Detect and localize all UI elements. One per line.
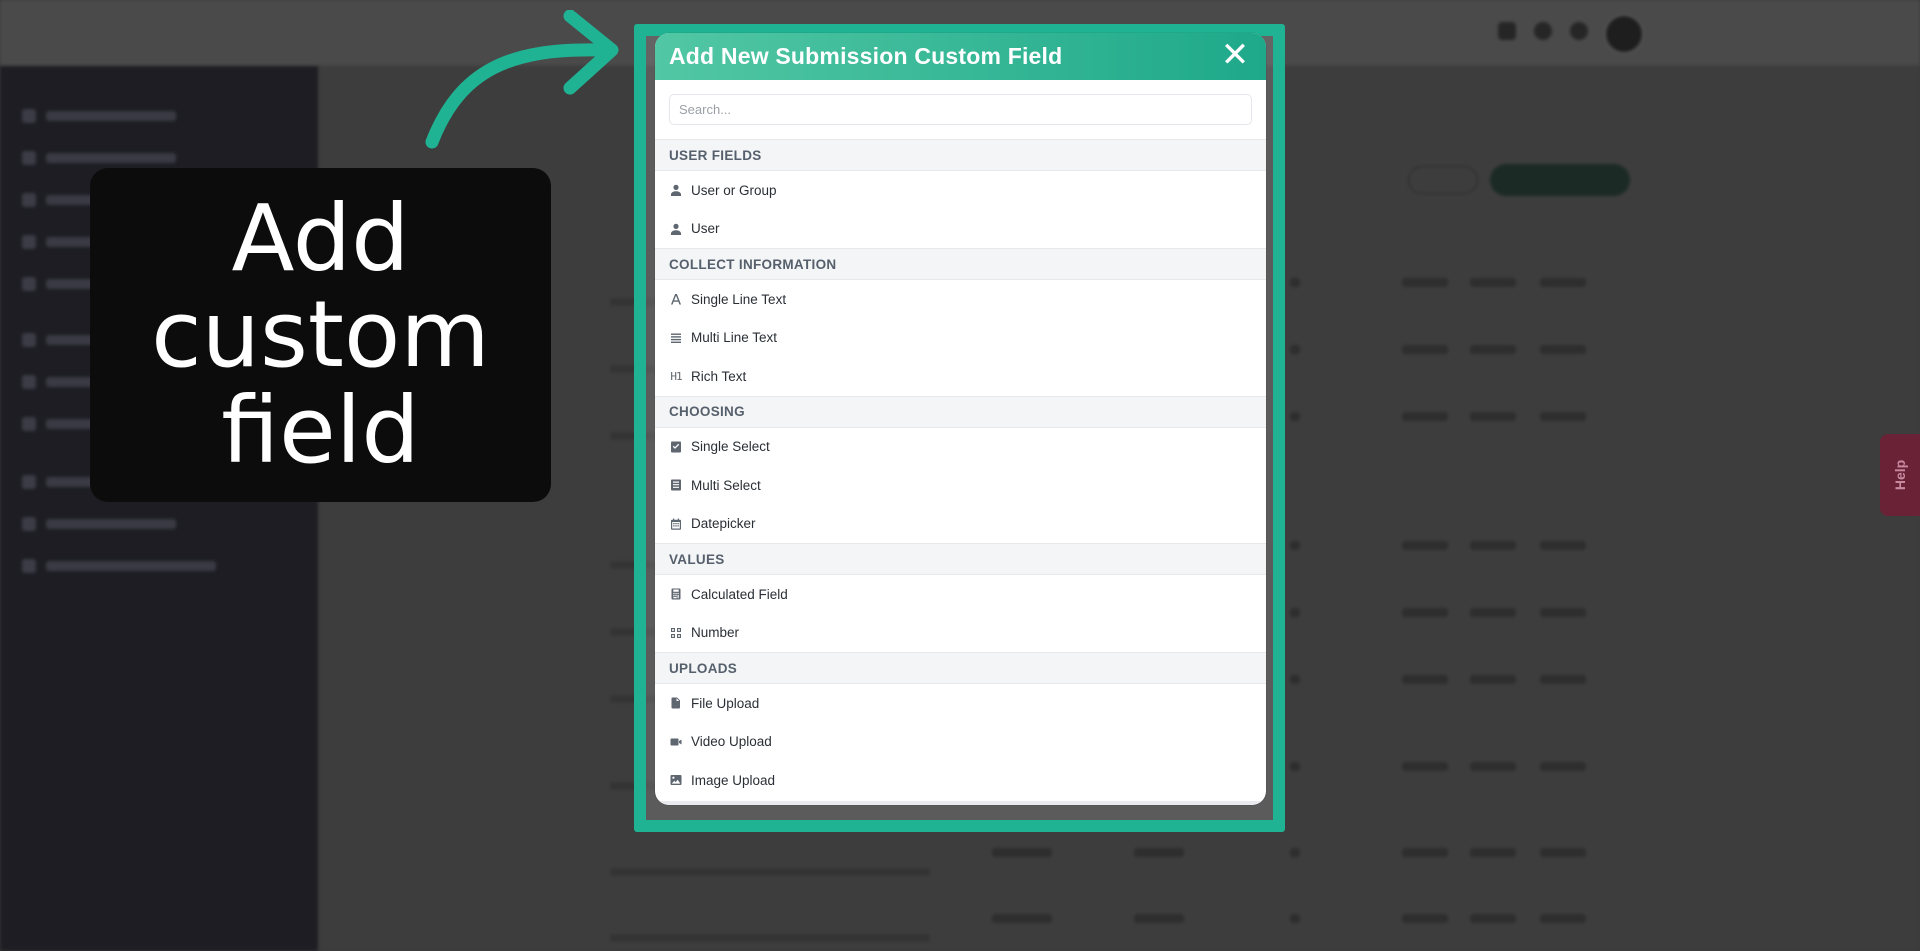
check-square-icon [669, 440, 683, 454]
search-wrap [655, 80, 1266, 139]
settings-icon [1570, 22, 1588, 40]
bell-icon [1534, 22, 1552, 40]
user-icon [669, 183, 683, 197]
field-type-label: File Upload [691, 695, 760, 711]
image-icon [669, 773, 683, 787]
group-header: COLLECT INFORMATION [655, 248, 1266, 280]
annotation-callout: Add custom field [90, 168, 551, 502]
field-type-label: Single Line Text [691, 291, 787, 307]
group-header: CHOOSING [655, 395, 1266, 428]
field-type-label: Calculated Field [691, 586, 788, 602]
sidebar-item [22, 516, 176, 532]
grid-icon [669, 626, 683, 640]
align-justify-icon [669, 331, 683, 345]
modal-title: Add New Submission Custom Field [669, 43, 1063, 69]
modal-header: Add New Submission Custom Field ✕ [655, 33, 1266, 80]
annotation-arrow-icon [425, 10, 619, 149]
sidebar-item [22, 150, 176, 166]
field-type-label: Multi Line Text [691, 330, 778, 346]
background-button [1490, 164, 1630, 196]
field-type-option[interactable]: User or Group [655, 171, 1266, 210]
field-type-option[interactable]: Video Upload [655, 723, 1266, 762]
font-icon [669, 292, 683, 306]
field-type-option[interactable]: Single Select [655, 428, 1266, 467]
list-box-icon [669, 478, 683, 492]
rocket-icon [1498, 22, 1516, 40]
field-type-label: Rich Text [691, 368, 747, 384]
field-type-option[interactable]: File Upload [655, 684, 1266, 723]
field-type-option[interactable]: H1 Rich Text [655, 357, 1266, 396]
group-header: USER FIELDS [655, 139, 1266, 171]
field-type-option[interactable]: Calculated Field [655, 575, 1266, 614]
user-icon [669, 222, 683, 236]
icon-glyph: H1 [670, 369, 682, 383]
group-header: UPLOADS [655, 652, 1266, 684]
field-type-label: Image Upload [691, 772, 776, 788]
file-icon [669, 696, 683, 710]
add-custom-field-modal: Add New Submission Custom Field ✕ USER F… [655, 33, 1266, 805]
field-type-option[interactable]: Image Upload [655, 761, 1266, 800]
field-type-option[interactable]: Datepicker [655, 505, 1266, 544]
field-type-label: Multi Select [691, 477, 761, 493]
field-type-label: Number [691, 625, 740, 641]
field-type-label: Video Upload [691, 734, 772, 750]
close-icon[interactable]: ✕ [1220, 38, 1250, 72]
field-type-label: User [691, 221, 720, 237]
sidebar-item [22, 108, 176, 124]
table-row [606, 848, 1636, 888]
help-tab[interactable]: Help [1880, 434, 1920, 516]
avatar [1604, 14, 1644, 54]
help-tab-label: Help [1892, 459, 1908, 491]
search-input[interactable] [669, 94, 1252, 125]
field-type-option[interactable]: Multi Select [655, 466, 1266, 505]
sidebar-item [22, 558, 216, 574]
field-type-label: Single Select [691, 439, 770, 455]
field-type-option[interactable]: Single Line Text [655, 280, 1266, 319]
background-button [1408, 166, 1478, 194]
video-icon [669, 735, 683, 749]
field-type-label: Datepicker [691, 516, 756, 532]
table-row [606, 914, 1636, 951]
field-type-label: User or Group [691, 182, 777, 198]
field-type-list: USER FIELDS User or Group User COLLECT INFO… [655, 139, 1266, 800]
field-type-option[interactable]: User [655, 210, 1266, 249]
calendar-icon [669, 517, 683, 531]
field-type-option[interactable]: Multi Line Text [655, 319, 1266, 358]
group-header: VALUES [655, 543, 1266, 575]
calculator-icon [669, 587, 683, 601]
callout-text: Add custom field [151, 185, 490, 484]
heading-icon: H1 [669, 369, 683, 383]
modal-bottom-edge [655, 801, 1266, 805]
field-type-option[interactable]: Number [655, 614, 1266, 653]
